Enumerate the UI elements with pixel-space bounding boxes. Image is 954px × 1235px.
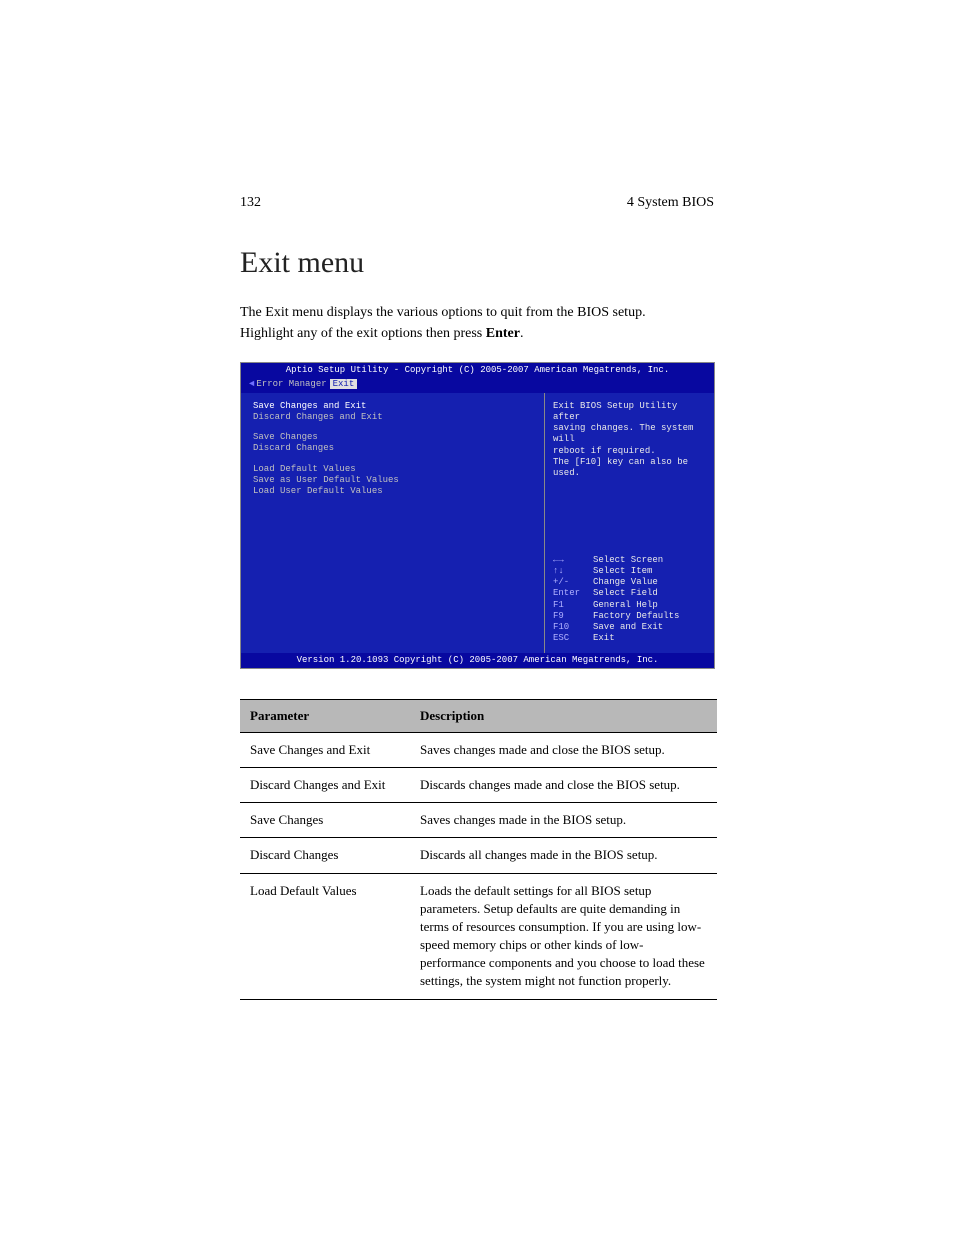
param-cell: Save Changes and Exit	[240, 732, 410, 767]
help-line2: saving changes. The system will	[553, 423, 706, 446]
intro-line2c: .	[520, 326, 524, 341]
intro-line1: The Exit menu displays the various optio…	[240, 305, 646, 320]
param-cell: Save Changes	[240, 803, 410, 838]
menu-save-user-default: Save as User Default Values	[253, 475, 532, 486]
key-enter: Enter	[553, 588, 593, 599]
desc-cell: Saves changes made in the BIOS setup.	[410, 803, 717, 838]
parameter-table: Parameter Description Save Changes and E…	[240, 699, 717, 1000]
menu-load-user-default: Load User Default Values	[253, 486, 532, 497]
tab-exit: Exit	[330, 379, 358, 389]
key-f1: F1	[553, 600, 593, 611]
table-row: Load Default Values Loads the default se…	[240, 873, 717, 999]
desc-cell: Saves changes made and close the BIOS se…	[410, 732, 717, 767]
chapter-label: 4 System BIOS	[627, 195, 714, 211]
desc-cell: Discards all changes made in the BIOS se…	[410, 838, 717, 873]
table-header-description: Description	[410, 699, 717, 732]
param-cell: Discard Changes	[240, 838, 410, 873]
table-header-parameter: Parameter	[240, 699, 410, 732]
key-arrows-ud: ↑↓	[553, 566, 593, 577]
bios-screenshot: Aptio Setup Utility - Copyright (C) 2005…	[240, 362, 715, 669]
bios-tab-bar: ◄Error Manager Exit	[241, 378, 714, 392]
page-header: 132 4 System BIOS	[240, 195, 714, 211]
menu-save: Save Changes	[253, 432, 532, 443]
key-arrows-lr: ←→	[553, 555, 593, 566]
param-cell: Load Default Values	[240, 873, 410, 999]
menu-save-exit: Save Changes and Exit	[253, 401, 532, 412]
key-f9: F9	[553, 611, 593, 622]
intro-paragraph: The Exit menu displays the various optio…	[240, 302, 714, 344]
help-line3: reboot if required.	[553, 446, 706, 457]
help-line1: Exit BIOS Setup Utility after	[553, 401, 706, 424]
bios-key-legend: ←→Select Screen ↑↓Select Item +/-Change …	[553, 555, 706, 645]
bios-footer-bar: Version 1.20.1093 Copyright (C) 2005-200…	[241, 653, 714, 668]
table-row: Discard Changes Discards all changes mad…	[240, 838, 717, 873]
bios-help-panel: Exit BIOS Setup Utility after saving cha…	[544, 393, 714, 653]
key-plusminus: +/-	[553, 577, 593, 588]
help-line4: The [F10] key can also be used.	[553, 457, 706, 480]
page-title: Exit menu	[240, 246, 714, 280]
table-row: Save Changes and Exit Saves changes made…	[240, 732, 717, 767]
menu-discard-exit: Discard Changes and Exit	[253, 412, 532, 423]
menu-load-default: Load Default Values	[253, 464, 532, 475]
bios-menu-panel: Save Changes and Exit Discard Changes an…	[241, 393, 544, 653]
left-arrow-icon: ◄	[249, 379, 254, 389]
bios-title-bar: Aptio Setup Utility - Copyright (C) 2005…	[241, 363, 714, 378]
intro-enter-key: Enter	[486, 326, 520, 341]
menu-discard: Discard Changes	[253, 443, 532, 454]
table-row: Discard Changes and Exit Discards change…	[240, 767, 717, 802]
intro-line2a: Highlight any of the exit options then p…	[240, 326, 486, 341]
param-cell: Discard Changes and Exit	[240, 767, 410, 802]
desc-cell: Discards changes made and close the BIOS…	[410, 767, 717, 802]
tab-error-manager: Error Manager	[256, 379, 326, 389]
key-f10: F10	[553, 622, 593, 633]
page-number: 132	[240, 195, 261, 211]
key-esc: ESC	[553, 633, 593, 644]
table-row: Save Changes Saves changes made in the B…	[240, 803, 717, 838]
desc-cell: Loads the default settings for all BIOS …	[410, 873, 717, 999]
